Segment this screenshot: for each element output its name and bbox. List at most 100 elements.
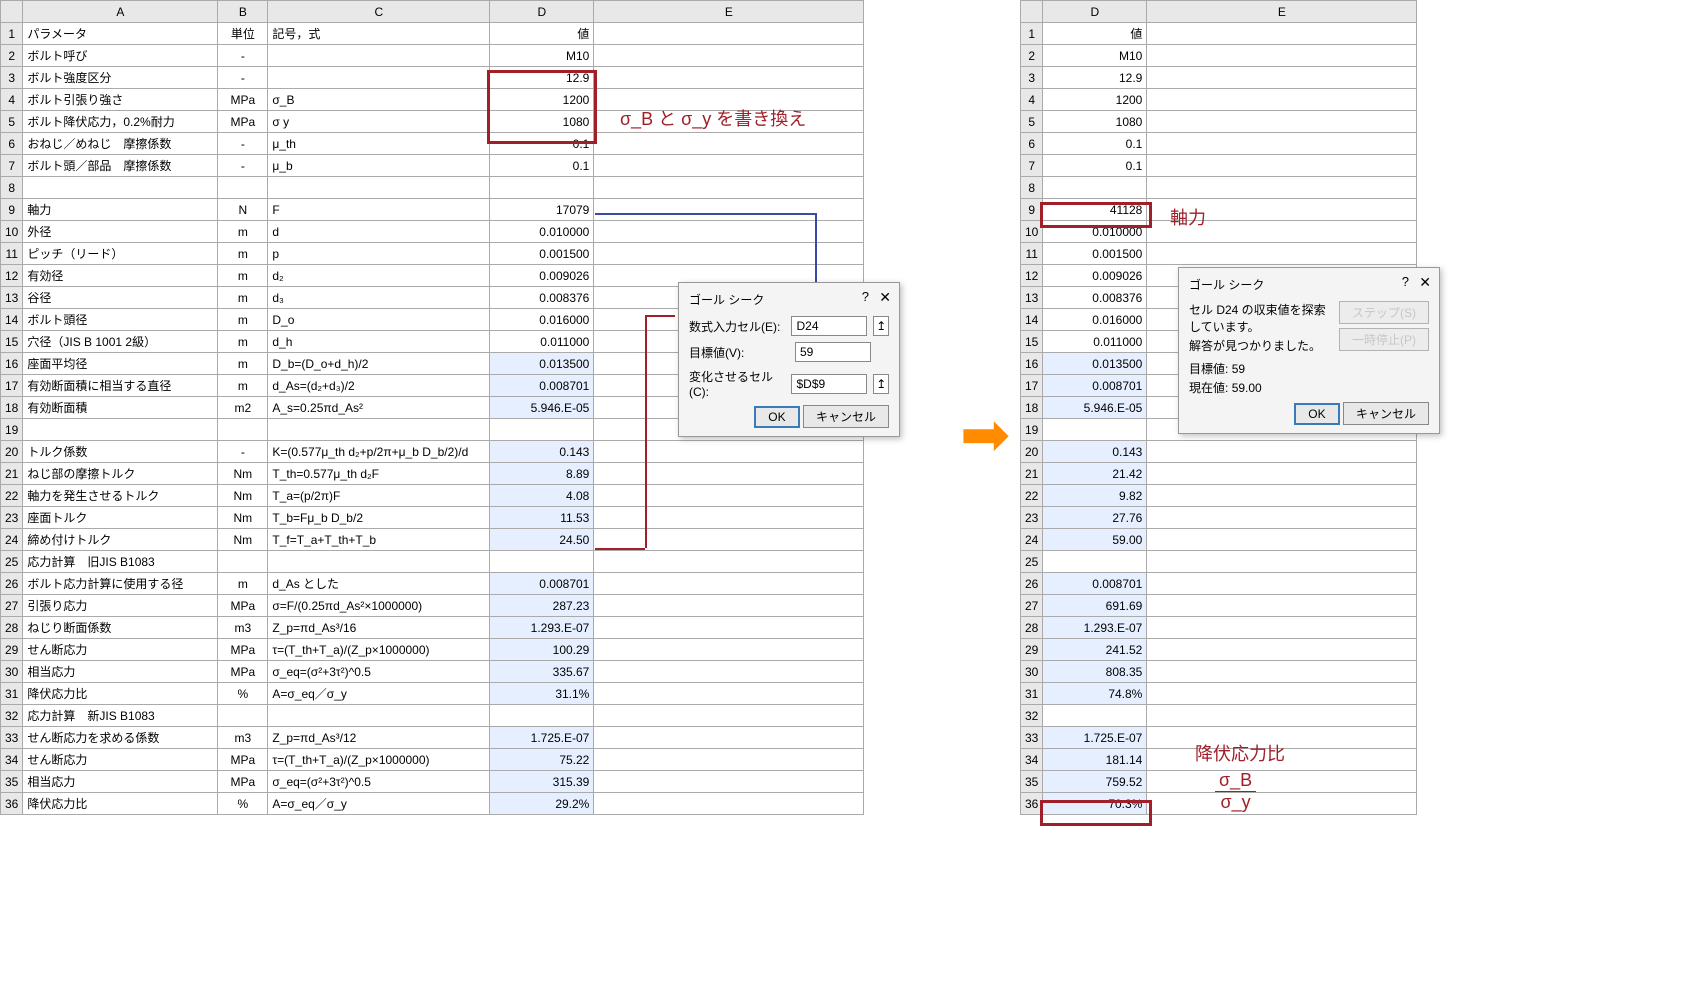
cell[interactable]: Z_p=πd_As³/16 (268, 617, 490, 639)
cell[interactable]: A=σ_eq／σ_y (268, 793, 490, 815)
row-header-r[interactable]: 17 (1021, 375, 1043, 397)
cell[interactable] (594, 133, 864, 155)
row-header-r[interactable]: 24 (1021, 529, 1043, 551)
cell[interactable] (268, 551, 490, 573)
row-header[interactable]: 24 (1, 529, 23, 551)
cell[interactable]: 0.009026 (490, 265, 594, 287)
cell[interactable]: d_h (268, 331, 490, 353)
cell[interactable]: 0.008376 (490, 287, 594, 309)
cell[interactable]: ボルト頭／部品 摩擦係数 (23, 155, 218, 177)
row-header-r[interactable]: 31 (1021, 683, 1043, 705)
row-header[interactable]: 3 (1, 67, 23, 89)
cell-d[interactable]: M10 (1043, 45, 1147, 67)
ok-button[interactable]: OK (754, 406, 799, 428)
col-header-E-right[interactable]: E (1147, 1, 1417, 23)
cell[interactable]: 0.016000 (490, 309, 594, 331)
cell[interactable]: d_As とした (268, 573, 490, 595)
row-header[interactable]: 1 (1, 23, 23, 45)
cell-e[interactable] (1147, 463, 1417, 485)
row-header[interactable]: 14 (1, 309, 23, 331)
cell[interactable]: ボルト引張り強さ (23, 89, 218, 111)
row-header-r[interactable]: 15 (1021, 331, 1043, 353)
cell-e[interactable] (1147, 683, 1417, 705)
row-header-r[interactable]: 19 (1021, 419, 1043, 441)
row-header[interactable]: 19 (1, 419, 23, 441)
cell[interactable]: p (268, 243, 490, 265)
row-header-r[interactable]: 3 (1021, 67, 1043, 89)
cell-d[interactable]: 12.9 (1043, 67, 1147, 89)
cell[interactable]: d₃ (268, 287, 490, 309)
cell[interactable]: 0.143 (490, 441, 594, 463)
cell-d[interactable]: 759.52 (1043, 771, 1147, 793)
col-header-D-right[interactable]: D (1043, 1, 1147, 23)
cell-e[interactable] (1147, 639, 1417, 661)
cell[interactable]: おねじ／めねじ 摩擦係数 (23, 133, 218, 155)
cell[interactable] (594, 661, 864, 683)
col-header-C[interactable]: C (268, 1, 490, 23)
cell[interactable]: MPa (218, 639, 268, 661)
cell[interactable] (490, 551, 594, 573)
row-header[interactable]: 5 (1, 111, 23, 133)
cell[interactable]: 75.22 (490, 749, 594, 771)
cell[interactable]: 5.946.E-05 (490, 397, 594, 419)
cell[interactable] (594, 45, 864, 67)
row-header[interactable]: 15 (1, 331, 23, 353)
cell[interactable]: 0.013500 (490, 353, 594, 375)
cell-d[interactable]: 21.42 (1043, 463, 1147, 485)
cell-d[interactable]: 27.76 (1043, 507, 1147, 529)
cell[interactable]: 24.50 (490, 529, 594, 551)
cell[interactable]: 外径 (23, 221, 218, 243)
col-header-A[interactable]: A (23, 1, 218, 23)
cell[interactable]: Nm (218, 507, 268, 529)
cell[interactable]: ボルト頭径 (23, 309, 218, 331)
row-header[interactable]: 17 (1, 375, 23, 397)
row-header-r[interactable]: 35 (1021, 771, 1043, 793)
row-header[interactable]: 28 (1, 617, 23, 639)
help-icon-2[interactable]: ? (1402, 274, 1409, 289)
cell[interactable]: 315.39 (490, 771, 594, 793)
cell[interactable]: 0.001500 (490, 243, 594, 265)
cell[interactable]: 相当応力 (23, 771, 218, 793)
cell[interactable] (268, 67, 490, 89)
cell[interactable] (594, 243, 864, 265)
input-change-cell[interactable] (791, 374, 867, 394)
cell[interactable] (594, 23, 864, 45)
row-header-r[interactable]: 7 (1021, 155, 1043, 177)
cell[interactable]: 応力計算 旧JIS B1083 (23, 551, 218, 573)
row-header[interactable]: 8 (1, 177, 23, 199)
cell-d[interactable]: 74.8% (1043, 683, 1147, 705)
row-header[interactable]: 27 (1, 595, 23, 617)
cell[interactable]: 335.67 (490, 661, 594, 683)
cell[interactable]: - (218, 45, 268, 67)
cell[interactable]: σ_eq=(σ²+3τ²)^0.5 (268, 661, 490, 683)
cell-d[interactable]: 5.946.E-05 (1043, 397, 1147, 419)
cell[interactable]: % (218, 683, 268, 705)
row-header-r[interactable]: 1 (1021, 23, 1043, 45)
cell-d[interactable]: 0.016000 (1043, 309, 1147, 331)
row-header-r[interactable]: 27 (1021, 595, 1043, 617)
cell[interactable]: MPa (218, 111, 268, 133)
cell[interactable]: Nm (218, 485, 268, 507)
cell[interactable]: 0.1 (490, 155, 594, 177)
row-header[interactable]: 35 (1, 771, 23, 793)
row-header-r[interactable]: 29 (1021, 639, 1043, 661)
row-header[interactable]: 25 (1, 551, 23, 573)
cell-d[interactable]: 241.52 (1043, 639, 1147, 661)
cell[interactable]: 引張り応力 (23, 595, 218, 617)
row-header-r[interactable]: 12 (1021, 265, 1043, 287)
cell[interactable]: μ_th (268, 133, 490, 155)
cell-e[interactable] (1147, 573, 1417, 595)
row-header-r[interactable]: 6 (1021, 133, 1043, 155)
pause-button[interactable]: 一時停止(P) (1339, 328, 1429, 351)
step-button[interactable]: ステップ(S) (1339, 301, 1429, 324)
cell[interactable]: T_th=0.577μ_th d₂F (268, 463, 490, 485)
cell[interactable]: MPa (218, 89, 268, 111)
cell[interactable] (594, 727, 864, 749)
cell-d[interactable]: 1200 (1043, 89, 1147, 111)
col-header-B[interactable]: B (218, 1, 268, 23)
cell-e[interactable] (1147, 771, 1417, 793)
row-header[interactable]: 32 (1, 705, 23, 727)
cell[interactable] (594, 617, 864, 639)
cell[interactable]: σ_B (268, 89, 490, 111)
row-header[interactable]: 4 (1, 89, 23, 111)
